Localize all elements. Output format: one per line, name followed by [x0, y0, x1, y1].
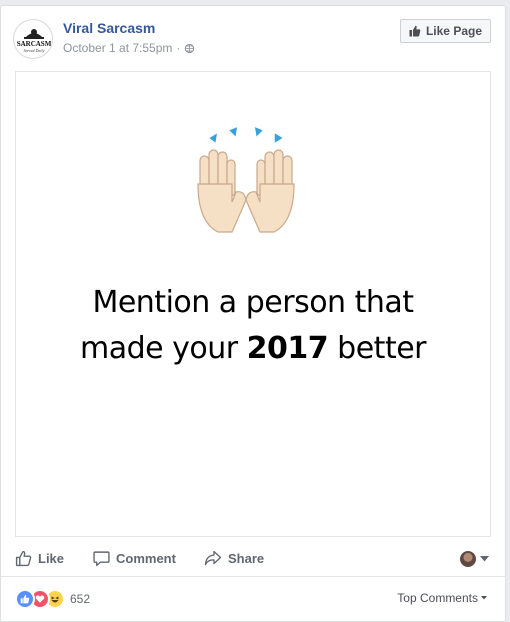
post-image[interactable]: Mention a person that made your 2017 bet…	[15, 71, 491, 537]
caret-down-icon	[481, 596, 487, 600]
thumbs-up-outline-icon	[15, 550, 32, 567]
comment-bubble-icon	[93, 551, 110, 567]
reactions-summary[interactable]: 652	[15, 589, 90, 609]
share-button[interactable]: Share	[204, 550, 264, 566]
comment-label: Comment	[116, 551, 176, 566]
like-label: Like	[38, 551, 65, 566]
share-label: Share	[228, 550, 265, 566]
caption-year: 2017	[246, 331, 329, 366]
page-avatar[interactable]: SARCASM Served Daily	[13, 19, 53, 59]
meta-separator: ·	[176, 41, 181, 55]
globe-icon	[185, 43, 195, 53]
post-timestamp[interactable]: October 1 at 7:55pm	[63, 41, 172, 55]
thumbs-up-icon	[409, 25, 421, 37]
comment-button[interactable]: Comment	[93, 550, 176, 567]
top-comments-dropdown[interactable]: Top Comments	[397, 591, 487, 605]
reaction-count: 652	[70, 592, 91, 606]
top-comments-label: Top Comments	[397, 591, 478, 605]
like-page-button[interactable]: Like Page	[399, 19, 491, 43]
reactions-row: 652 Top Comments	[1, 582, 505, 616]
post-meta: October 1 at 7:55pm ·	[63, 41, 195, 55]
react-as-selector[interactable]	[460, 551, 489, 567]
caption-line-2: made your 2017 better	[16, 326, 490, 372]
share-arrow-icon	[204, 550, 222, 566]
like-reaction-icon	[15, 589, 35, 609]
caption-line-2-post: better	[328, 331, 426, 366]
caption-line-1: Mention a person that	[92, 285, 414, 320]
like-page-label: Like Page	[425, 24, 482, 38]
avatar-text-top: SARCASM	[17, 40, 52, 48]
post-card: SARCASM Served Daily Viral Sarcasm Octob…	[0, 5, 506, 622]
avatar-text-bottom: Served Daily	[24, 48, 45, 53]
post-actions-bar: Like Comment Share	[1, 541, 505, 577]
page-name-link[interactable]: Viral Sarcasm	[63, 20, 155, 36]
like-button[interactable]: Like	[15, 550, 64, 567]
caret-down-icon	[480, 556, 489, 562]
user-avatar	[460, 551, 476, 567]
caption-line-2-pre: made your	[80, 331, 247, 366]
raised-hands-emoji	[197, 124, 295, 233]
post-image-caption: Mention a person that made your 2017 bet…	[16, 280, 490, 372]
